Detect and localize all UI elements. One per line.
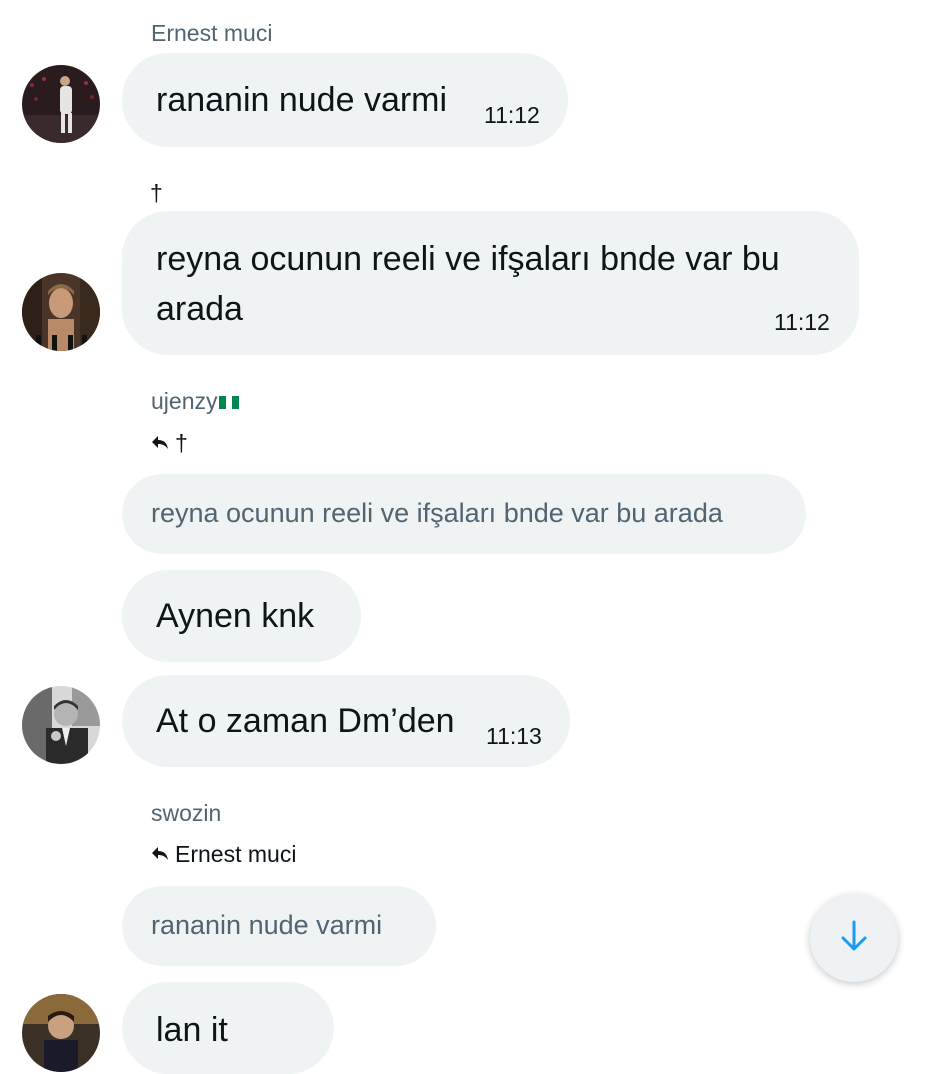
message-text-line: reyna ocunun reeli ve ifşaları bnde var … — [156, 240, 780, 278]
nigeria-flag-icon — [219, 388, 240, 409]
reply-indicator[interactable]: † — [151, 430, 188, 457]
message-bubble[interactable]: lan it — [122, 982, 334, 1074]
sender-name: Ernest muci — [151, 20, 273, 46]
scroll-to-bottom-button[interactable] — [810, 894, 898, 982]
message-timestamp: 11:13 — [486, 723, 542, 749]
avatar[interactable] — [22, 65, 100, 143]
avatar[interactable] — [22, 686, 100, 764]
message-bubble[interactable]: rananin nude varmi 11:12 — [122, 53, 568, 147]
reply-arrow-icon — [151, 841, 169, 868]
sender-name-text: ujenzy — [151, 388, 218, 414]
message-text: lan it — [156, 1011, 228, 1049]
sender-name: † — [150, 180, 163, 206]
quoted-message-text: reyna ocunun reeli ve ifşaları bnde var … — [151, 498, 723, 528]
quoted-message-text: rananin nude varmi — [151, 910, 383, 940]
message-bubble[interactable]: At o zaman Dm’den 11:13 — [122, 675, 570, 767]
message-text-line: arada — [156, 290, 243, 328]
message-text: Aynen knk — [156, 597, 315, 635]
message-timestamp: 11:12 — [484, 102, 540, 128]
reply-arrow-icon — [151, 430, 169, 457]
arrow-down-icon — [839, 919, 869, 958]
message-text: At o zaman Dm’den — [156, 702, 455, 740]
quoted-message-bubble[interactable]: reyna ocunun reeli ve ifşaları bnde var … — [122, 474, 806, 554]
message-bubble[interactable]: reyna ocunun reeli ve ifşaları bnde var … — [122, 211, 859, 355]
sender-name: swozin — [151, 800, 222, 826]
reply-target-name: Ernest muci — [175, 841, 297, 867]
message-timestamp: 11:12 — [774, 309, 830, 335]
avatar[interactable] — [22, 273, 100, 351]
quoted-message-bubble[interactable]: rananin nude varmi — [122, 886, 436, 966]
sender-name: ujenzy — [151, 388, 240, 415]
message-bubble[interactable]: Aynen knk — [122, 570, 361, 662]
reply-target-name: † — [175, 430, 188, 456]
reply-indicator[interactable]: Ernest muci — [151, 841, 296, 868]
avatar[interactable] — [22, 994, 100, 1072]
message-text: rananin nude varmi — [156, 81, 448, 119]
